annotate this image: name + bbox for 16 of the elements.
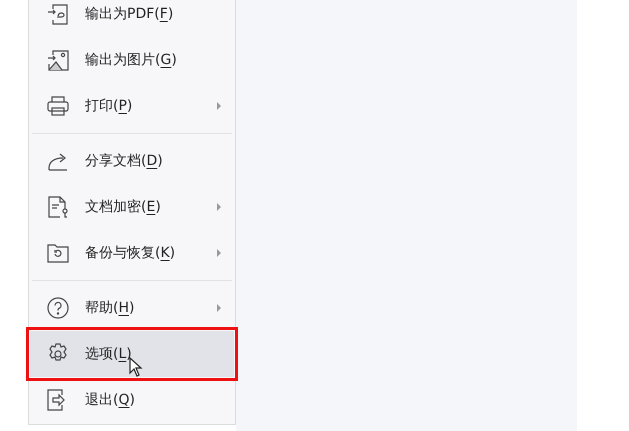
- menu-item[interactable]: 分享文档(D): [30, 138, 234, 184]
- menu-item[interactable]: 输出为图片(G): [30, 37, 234, 83]
- document-lock-icon: [47, 196, 69, 218]
- menu-item[interactable]: 打印(P): [30, 83, 234, 129]
- menu-item[interactable]: 退出(Q): [30, 377, 234, 423]
- menu-item[interactable]: 输出为PDF(F): [30, 0, 234, 37]
- image-export-icon: [47, 49, 69, 71]
- pdf-export-icon: [47, 3, 69, 25]
- menu-item[interactable]: 选项(L): [30, 331, 234, 377]
- mouse-cursor-icon: [129, 357, 143, 377]
- menu-item[interactable]: 备份与恢复(K): [30, 230, 234, 276]
- backup-icon: [47, 242, 69, 264]
- menu-item[interactable]: 帮助(H): [30, 285, 234, 331]
- menu-item[interactable]: 文档加密(E): [30, 184, 234, 230]
- printer-icon: [47, 95, 69, 117]
- help-icon: [47, 297, 69, 319]
